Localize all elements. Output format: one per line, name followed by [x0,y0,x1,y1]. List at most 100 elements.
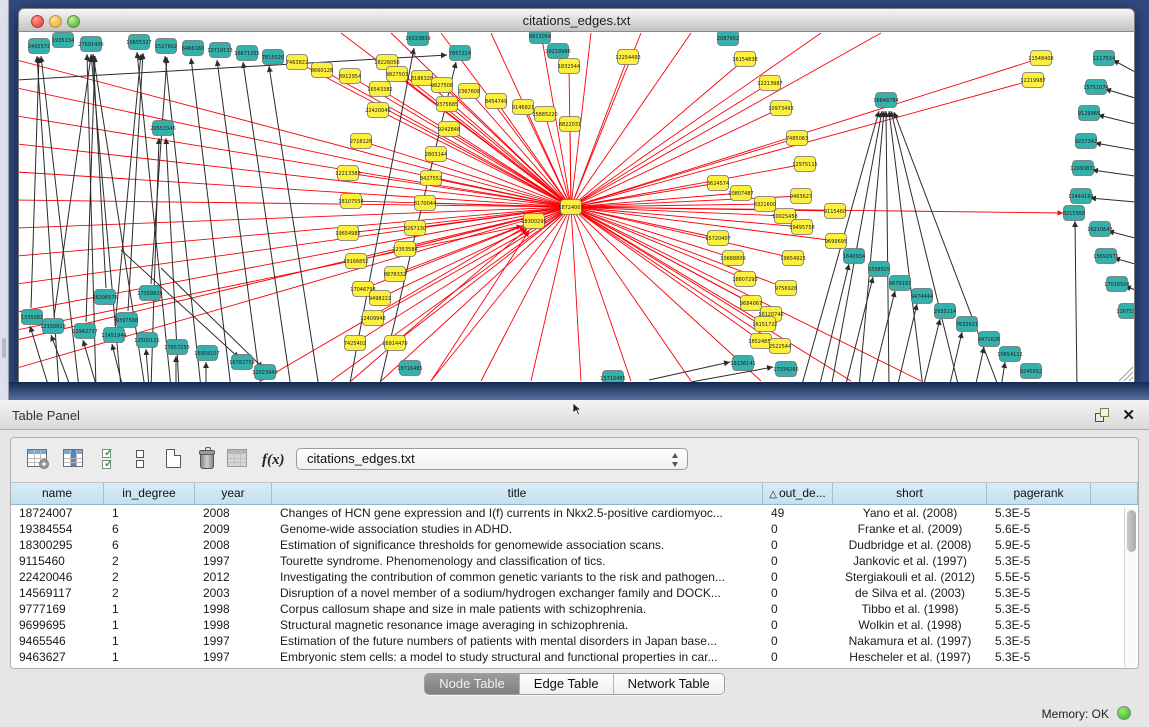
edge[interactable] [151,57,167,284]
node-label: 11451944 [101,333,126,339]
edge[interactable] [19,60,571,207]
node-label: 12923443 [252,370,277,376]
window-title: citations_edges.txt [19,13,1134,28]
network-canvas[interactable]: 1872400724055721935134276914061065532715… [18,32,1135,383]
citation-network-graph[interactable]: 1872400724055721935134276914061065532715… [19,32,1135,383]
edge[interactable] [1092,170,1135,176]
node-label: 9397588 [116,318,138,324]
show-hide-columns-icon[interactable] [63,449,85,471]
cell: 22420046 [11,569,104,585]
edge[interactable] [871,291,895,383]
edge[interactable] [891,111,959,383]
tab-node-table[interactable]: Node Table [425,674,520,694]
edge[interactable] [349,48,414,383]
edge[interactable] [897,304,917,383]
node-label: 22420046 [365,108,390,114]
edge[interactable] [361,141,571,207]
column-header-year[interactable]: year [195,483,272,505]
edge[interactable] [54,56,91,317]
edge[interactable] [1095,143,1135,150]
cell: 9465546 [11,633,104,649]
table-row[interactable]: 1456911722003Disruption of a novel membe… [11,585,1138,601]
table-row[interactable]: 1938455462009Genome-wide association stu… [11,521,1138,537]
edge[interactable] [1090,198,1135,202]
cell: 1 [104,617,195,633]
edge[interactable] [243,62,291,383]
edge[interactable] [1075,221,1077,383]
close-panel-icon[interactable]: ✕ [1122,406,1135,424]
edge[interactable] [86,56,95,322]
edge[interactable] [571,207,631,381]
table-row[interactable]: 2242004622012Investigating the contribut… [11,569,1138,585]
edge[interactable] [1098,115,1135,124]
edge[interactable] [397,74,571,207]
edge[interactable] [217,60,261,383]
edge[interactable] [1105,89,1135,98]
edge[interactable] [923,319,940,383]
edge[interactable] [886,111,889,383]
cell: Changes of HCN gene expression and I(f) … [272,505,763,521]
column-header-title[interactable]: title [272,483,763,505]
node-label: 10655327 [126,40,151,46]
edge[interactable] [115,54,141,326]
node-label: 2367608 [458,89,480,95]
edge[interactable] [571,207,761,381]
edge[interactable] [146,349,149,383]
column-header-out_de...[interactable]: △out_de... [763,483,833,505]
tab-network-table[interactable]: Network Table [614,674,724,694]
table-row[interactable]: 946362711997Embryonic stem cells: a mode… [11,649,1138,665]
table-panel-header[interactable]: Table Panel ✕ [0,400,1149,430]
column-header-filler[interactable] [1091,483,1138,505]
resize-grip[interactable] [1119,367,1133,381]
table-row[interactable]: 911546021997Tourette syndrome. Phenomeno… [11,553,1138,569]
edge[interactable] [269,66,319,383]
tab-edge-table[interactable]: Edge Table [520,674,614,694]
deselect-all-icon[interactable] [132,449,154,471]
scrollbar-thumb[interactable] [1127,510,1136,552]
vertical-scrollbar[interactable] [1124,507,1136,667]
edge[interactable] [93,55,106,288]
edge[interactable] [51,335,71,383]
edge[interactable] [571,33,821,207]
create-column-icon[interactable] [164,449,186,471]
edge[interactable] [975,347,984,383]
edge[interactable] [859,111,884,383]
delete-table-icon[interactable] [227,449,249,471]
edge[interactable] [481,207,571,381]
column-header-short[interactable]: short [833,483,987,505]
float-panel-icon[interactable] [1095,408,1109,422]
splitter-grip[interactable] [2,338,6,358]
edge[interactable] [569,66,571,207]
table-row[interactable]: 969969511998Structural magnetic resonanc… [11,617,1138,633]
table-row[interactable]: 1872400712008Changes of HCN gene express… [11,505,1138,521]
node-label: 1335081 [21,315,43,321]
column-header-in_degree[interactable]: in_degree [104,483,195,505]
edge[interactable] [571,207,691,381]
function-builder-icon[interactable]: f(x) [262,452,284,474]
edge[interactable] [1113,60,1135,72]
edge[interactable] [889,111,923,383]
table-row[interactable]: 1830029562008Estimation of significance … [11,537,1138,553]
table-row[interactable]: 946554611997Estimation of the future num… [11,633,1138,649]
table-selector-dropdown[interactable]: citations_edges.txt [296,448,688,470]
table-mode-icon[interactable] [27,449,49,471]
column-header-pagerank[interactable]: pagerank [987,483,1091,505]
delete-column-icon[interactable] [197,449,219,471]
edge[interactable] [31,57,39,308]
edge[interactable] [819,264,849,383]
cell: 19384554 [11,521,104,537]
node-label: 18724007 [558,205,583,211]
column-header-name[interactable]: name [11,483,104,505]
select-all-icon[interactable] [101,449,123,471]
network-window-titlebar[interactable]: citations_edges.txt [18,8,1135,32]
edge[interactable] [19,207,571,340]
node-label: 18107554 [338,199,363,205]
edge[interactable] [1001,362,1005,383]
table-row[interactable]: 977716911998Corpus callosum shape and si… [11,601,1138,617]
node-label: 19654923 [780,256,805,262]
node-label: 7632621 [956,322,978,328]
edge[interactable] [845,277,873,383]
edge[interactable] [691,367,773,382]
edge[interactable] [571,207,581,381]
network-desktop: citations_edges.txt 18724007240557219351… [0,0,1149,400]
